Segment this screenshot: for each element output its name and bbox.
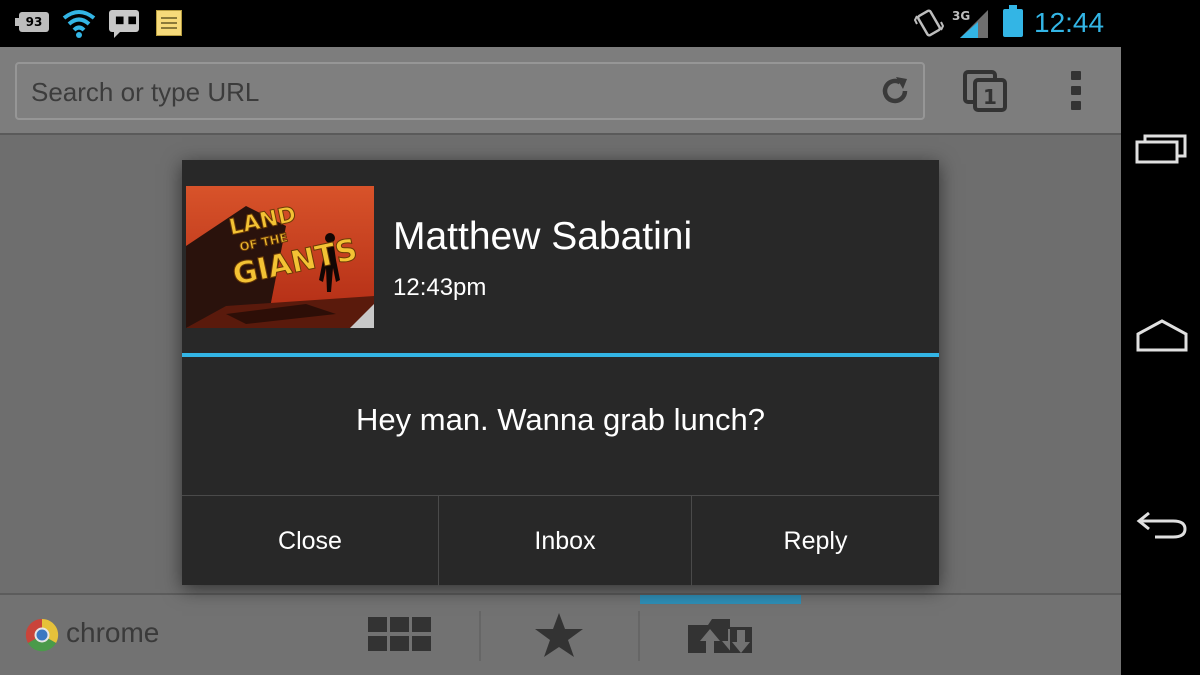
- url-bar[interactable]: Search or type URL: [15, 62, 925, 120]
- browser-bottom-bar: chrome: [0, 593, 1121, 675]
- notes-icon: [156, 10, 182, 36]
- system-nav-bar: [1121, 0, 1200, 675]
- chrome-brand-label: chrome: [66, 617, 160, 648]
- quick-reply-dialog: LAND OF THE GIANTS Matthew Sabatini 12:4…: [182, 160, 939, 586]
- title-divider: [182, 353, 939, 357]
- back-icon[interactable]: [1135, 505, 1189, 541]
- home-icon[interactable]: [1135, 318, 1189, 354]
- sender-name: Matthew Sabatini: [393, 215, 693, 258]
- quick-contact-badge: [350, 304, 374, 328]
- inbox-button[interactable]: Inbox: [438, 496, 691, 586]
- tab-count: 1: [983, 85, 997, 109]
- most-visited-icon[interactable]: [368, 617, 432, 653]
- tab-switcher-icon[interactable]: 1: [963, 70, 1009, 114]
- vibrate-icon: [914, 9, 944, 37]
- other-devices-icon[interactable]: [688, 613, 754, 657]
- recent-apps-icon[interactable]: [1135, 130, 1189, 166]
- status-time: 12:44: [1034, 7, 1105, 38]
- dialog-button-row: Close Inbox Reply: [182, 495, 939, 586]
- reply-button[interactable]: Reply: [691, 496, 939, 586]
- avatar-image: LAND OF THE GIANTS: [186, 186, 374, 328]
- divider: [638, 611, 640, 661]
- chrome-logo-icon: [25, 618, 59, 652]
- reload-icon[interactable]: [879, 75, 911, 107]
- message-icon: ■■■: [109, 10, 149, 38]
- close-button[interactable]: Close: [182, 496, 438, 586]
- notification-count: 93: [25, 15, 43, 29]
- browser-toolbar: Search or type URL 1: [0, 47, 1121, 135]
- wifi-icon: [62, 10, 96, 38]
- overflow-menu-icon[interactable]: [1070, 71, 1082, 111]
- bookmarks-star-icon[interactable]: [533, 611, 585, 659]
- url-placeholder: Search or type URL: [31, 77, 260, 107]
- message-time: 12:43pm: [393, 274, 487, 301]
- message-body: Hey man. Wanna grab lunch?: [356, 402, 765, 437]
- notification-badge-icon: 93: [15, 12, 49, 32]
- contact-avatar[interactable]: LAND OF THE GIANTS: [186, 186, 374, 328]
- divider: [479, 611, 481, 661]
- signal-icon: 3G: [952, 9, 988, 38]
- battery-icon: [1003, 5, 1023, 37]
- selected-tab-indicator: [640, 595, 801, 604]
- network-type: 3G: [952, 9, 970, 23]
- status-bar: 93 ■■■ 3G 12:44: [0, 0, 1121, 47]
